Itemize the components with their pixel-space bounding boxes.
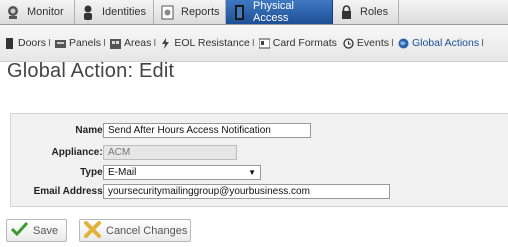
subnav-doors[interactable]: Doors I [4, 37, 51, 49]
eol-resistance-icon [160, 37, 171, 49]
chevron-down-icon: ▼ [248, 168, 256, 177]
sub-navigation: Doors I Panels I Areas I EOL Resistance I Ca… [0, 25, 508, 62]
subnav-eol-resistance[interactable]: EOL Resistance I [160, 37, 255, 49]
page-title: Global Action: Edit [7, 60, 175, 82]
tab-physical-access[interactable]: Physical Access [226, 0, 333, 24]
email-input[interactable]: yoursecuritymailinggroup@yourbusiness.co… [103, 184, 390, 199]
reports-icon [160, 5, 175, 20]
save-button[interactable]: Save [6, 219, 67, 242]
email-label: Email Address: [33, 186, 106, 197]
edit-form-panel: Name: Send After Hours Access Notificati… [10, 113, 508, 207]
email-row: Email Address: yoursecuritymailinggroup@… [11, 184, 508, 200]
appliance-field: ACM [103, 145, 237, 160]
subnav-events[interactable]: Events I [343, 37, 394, 49]
type-select[interactable]: E-Mail ▼ [103, 165, 261, 180]
top-tab-bar: Monitor Identities Reports Physical Acce… [0, 0, 508, 25]
subnav-areas[interactable]: Areas I [109, 37, 156, 49]
name-label: Name: [75, 125, 106, 136]
type-row: Type: E-Mail ▼ [11, 165, 508, 181]
monitor-icon [6, 5, 21, 20]
tab-monitor[interactable]: Monitor [0, 0, 75, 24]
appliance-row: Appliance:: ACM [11, 145, 508, 161]
physical-access-icon [232, 4, 247, 20]
roles-icon [339, 4, 354, 20]
appliance-label: Appliance:: [51, 147, 106, 158]
panels-icon [54, 38, 66, 49]
tab-reports[interactable]: Reports [154, 0, 226, 24]
cancel-x-icon [84, 220, 101, 241]
checkmark-icon [10, 221, 29, 239]
card-formats-icon [258, 38, 271, 49]
identities-icon [81, 5, 96, 20]
subnav-global-actions[interactable]: Global Actions I [398, 37, 484, 49]
tab-identities[interactable]: Identities [75, 0, 154, 24]
type-label: Type: [80, 167, 106, 178]
cancel-changes-button[interactable]: Cancel Changes [79, 219, 191, 242]
subnav-card-formats[interactable]: Card Formats [258, 37, 339, 49]
name-input[interactable]: Send After Hours Access Notification [103, 123, 311, 138]
name-row: Name: Send After Hours Access Notificati… [11, 123, 508, 139]
events-icon [343, 37, 354, 49]
doors-icon [4, 37, 15, 49]
tab-roles[interactable]: Roles [333, 0, 399, 24]
subnav-panels[interactable]: Panels I [54, 37, 106, 49]
type-select-value: E-Mail [108, 167, 137, 178]
areas-icon [109, 38, 121, 49]
global-actions-icon [398, 38, 409, 49]
